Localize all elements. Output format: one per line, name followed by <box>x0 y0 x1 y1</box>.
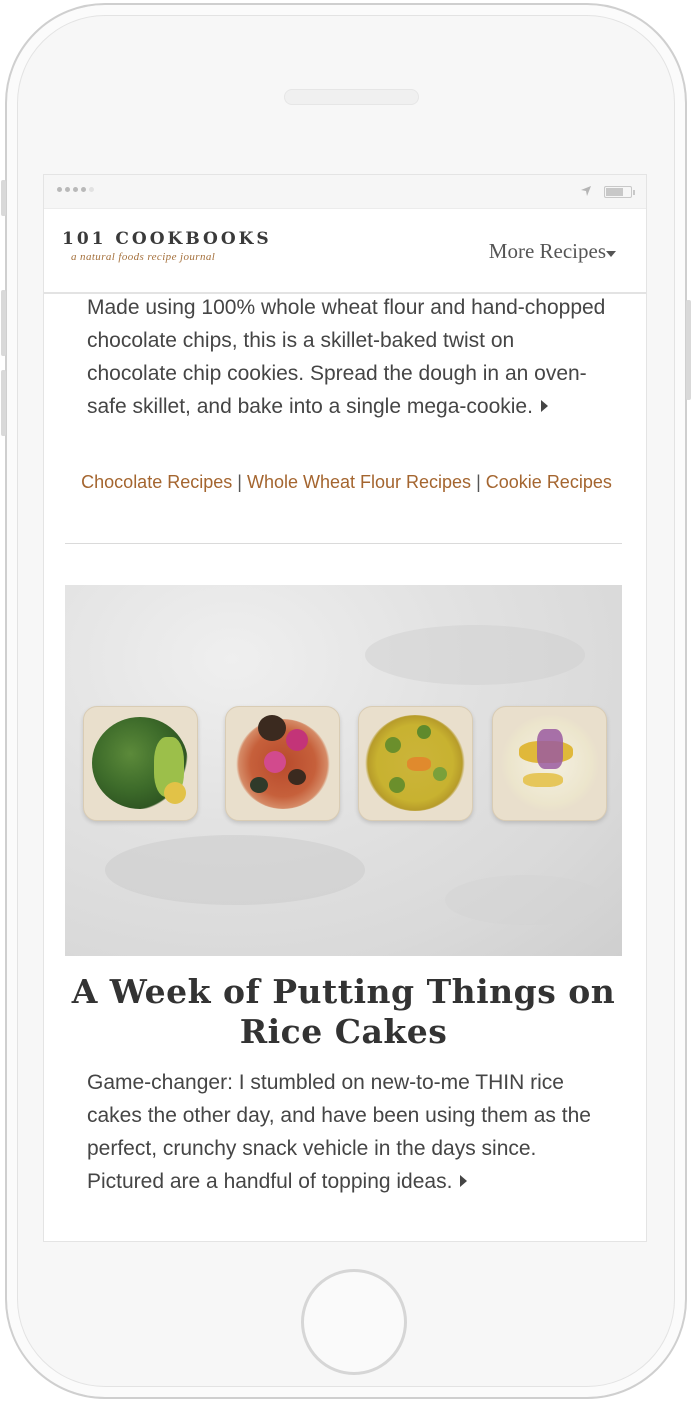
post-excerpt: Made using 100% whole wheat flour and ha… <box>87 291 607 423</box>
tag-separator: | <box>237 472 242 492</box>
location-arrow-icon <box>581 186 591 196</box>
status-bar <box>44 175 646 209</box>
caret-right-icon[interactable] <box>540 400 548 412</box>
rice-cake <box>358 706 473 821</box>
volume-up-button <box>1 290 6 356</box>
site-logo[interactable]: 101 Cookbooks <box>62 229 272 249</box>
tag-link[interactable]: Chocolate Recipes <box>81 472 232 492</box>
signal-icon <box>57 187 94 192</box>
tag-separator: | <box>476 472 481 492</box>
post-excerpt-text: Game-changer: I stumbled on new-to-me TH… <box>87 1071 591 1193</box>
rice-cake <box>83 706 198 821</box>
rice-cake <box>492 706 607 821</box>
tag-link[interactable]: Whole Wheat Flour Recipes <box>247 472 471 492</box>
post-title[interactable]: A Week of Putting Things on Rice Cakes <box>65 972 622 1052</box>
post-image[interactable] <box>65 585 622 956</box>
volume-down-button <box>1 370 6 436</box>
tag-link[interactable]: Cookie Recipes <box>486 472 612 492</box>
more-recipes-menu[interactable]: More Recipes <box>489 239 606 264</box>
screen: 101 Cookbooks a natural foods recipe jou… <box>43 174 647 1242</box>
home-button[interactable] <box>301 1269 407 1375</box>
phone-speaker <box>284 89 419 105</box>
rice-cake <box>225 706 340 821</box>
site-header: 101 Cookbooks a natural foods recipe jou… <box>44 209 646 294</box>
post-excerpt-text: Made using 100% whole wheat flour and ha… <box>87 296 606 418</box>
chevron-down-icon[interactable] <box>606 251 616 257</box>
power-button <box>686 300 691 400</box>
caret-right-icon[interactable] <box>460 1175 468 1187</box>
post-tags: Chocolate Recipes | Whole Wheat Flour Re… <box>74 468 619 496</box>
post-divider <box>65 543 622 544</box>
post-excerpt: Game-changer: I stumbled on new-to-me TH… <box>87 1066 607 1198</box>
mute-switch <box>1 180 6 216</box>
site-tagline: a natural foods recipe journal <box>71 251 216 263</box>
battery-icon <box>604 186 635 198</box>
